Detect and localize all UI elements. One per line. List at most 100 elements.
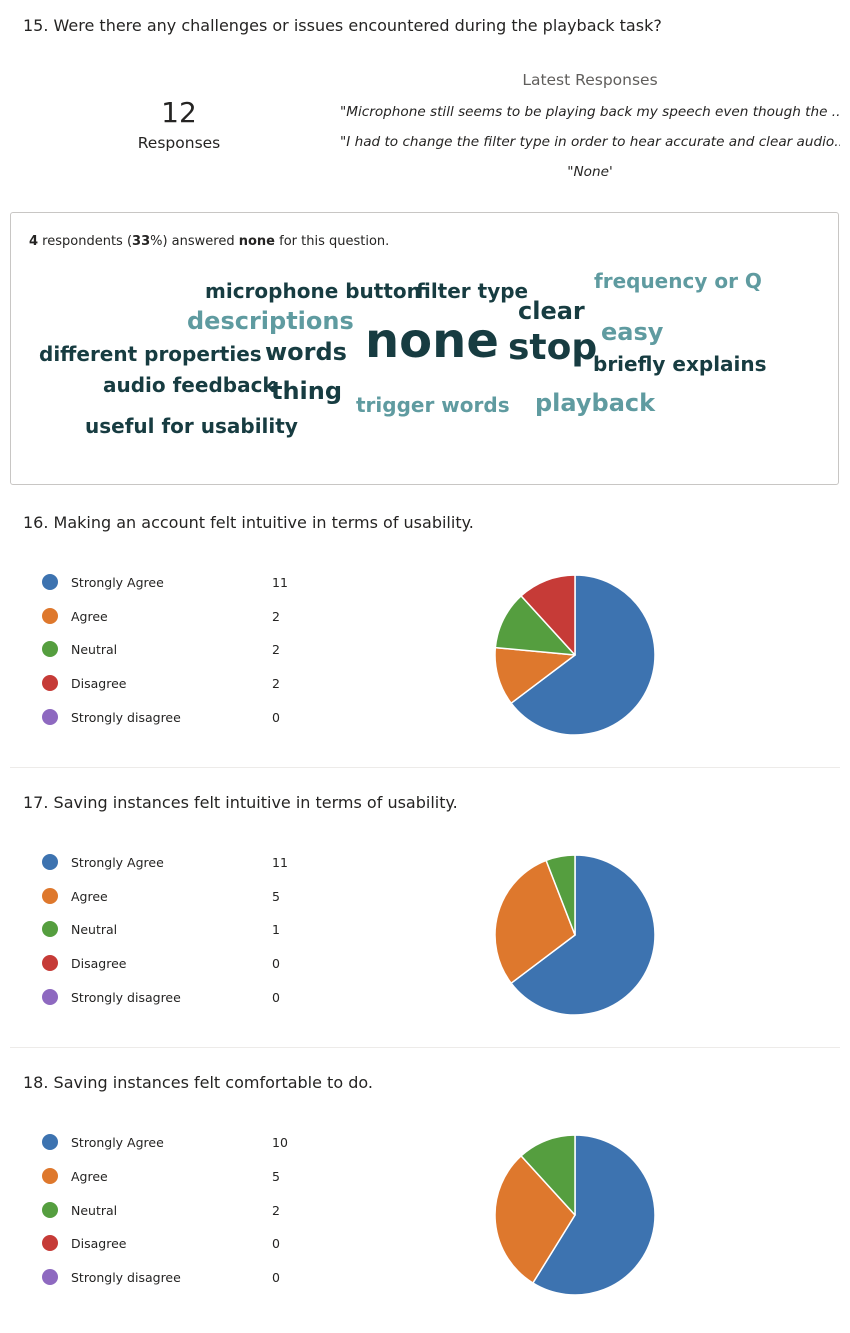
legend-item-strongly-agree[interactable]: Strongly Agree 10 [42, 1133, 302, 1151]
legend-dot [42, 888, 58, 904]
legend-count: 2 [272, 608, 280, 624]
legend-count: 1 [272, 921, 280, 937]
summary-count: 4 [29, 234, 39, 249]
legend-dot [42, 1202, 58, 1218]
word-cloud-word[interactable]: clear [518, 299, 585, 323]
legend-dot [42, 709, 58, 725]
legend-count: 2 [272, 675, 280, 691]
word-cloud-word[interactable]: briefly explains [593, 354, 767, 374]
legend-item-agree[interactable]: Agree 2 [42, 607, 302, 625]
legend-count: 0 [272, 1269, 280, 1285]
word-cloud-card: 4 respondents (33%) answered none for th… [10, 212, 839, 485]
legend-item-strongly-disagree[interactable]: Strongly disagree 0 [42, 1268, 302, 1286]
legend-item-agree[interactable]: Agree 5 [42, 1167, 302, 1185]
summary-text-1: respondents ( [38, 234, 133, 249]
legend-label: Neutral [71, 641, 118, 657]
word-cloud-word[interactable]: stop [508, 330, 597, 366]
legend-item-strongly-agree[interactable]: Strongly Agree 11 [42, 853, 302, 871]
latest-response-1[interactable]: "Microphone still seems to be playing ba… [340, 97, 840, 127]
summary-text-3: for this question. [275, 234, 390, 249]
legend-dot [42, 675, 58, 691]
legend-item-strongly-disagree[interactable]: Strongly disagree 0 [42, 988, 302, 1006]
legend-label: Neutral [71, 921, 118, 937]
question-15-title: 15. Were there any challenges or issues … [23, 16, 662, 35]
legend-label: Disagree [71, 1235, 127, 1251]
summary-keyword: none [238, 234, 275, 249]
legend-dot [42, 574, 58, 590]
legend-item-disagree[interactable]: Disagree 0 [42, 1234, 302, 1252]
word-cloud-word[interactable]: different properties [39, 344, 262, 364]
word-cloud-word[interactable]: microphone button [205, 281, 421, 301]
pie-chart[interactable] [494, 854, 656, 1016]
legend-item-neutral[interactable]: Neutral 2 [42, 640, 302, 658]
legend-label: Strongly disagree [71, 1269, 181, 1285]
legend-dot [42, 1269, 58, 1285]
latest-response-3[interactable]: "None' [340, 157, 840, 187]
legend-count: 0 [272, 989, 280, 1005]
legend-count: 0 [272, 1235, 280, 1251]
legend-item-agree[interactable]: Agree 5 [42, 887, 302, 905]
legend-label: Agree [71, 1168, 108, 1184]
summary-text-2: %) answered [150, 234, 239, 249]
legend-count: 2 [272, 641, 280, 657]
legend-count: 5 [272, 1168, 280, 1184]
legend-label: Strongly Agree [71, 854, 164, 870]
legend-item-neutral[interactable]: Neutral 2 [42, 1201, 302, 1219]
legend-count: 11 [272, 854, 288, 870]
pie-chart[interactable] [494, 574, 656, 736]
response-count-number: 12 [161, 96, 197, 129]
response-count: 12 Responses [128, 96, 230, 152]
legend-dot [42, 955, 58, 971]
latest-responses-title[interactable]: Latest Responses [340, 70, 840, 90]
question-17-title: 17. Saving instances felt intuitive in t… [23, 793, 458, 812]
word-cloud-word[interactable]: descriptions [187, 309, 354, 333]
legend-label: Strongly Agree [71, 1134, 164, 1150]
legend-dot [42, 608, 58, 624]
word-cloud-word[interactable]: playback [535, 391, 655, 415]
legend-count: 0 [272, 955, 280, 971]
word-cloud-word[interactable]: filter type [416, 281, 528, 301]
legend-dot [42, 1235, 58, 1251]
word-cloud-word[interactable]: frequency or Q [594, 271, 762, 291]
word-cloud-word[interactable]: useful for usability [85, 416, 298, 436]
word-cloud-word[interactable]: easy [601, 320, 663, 344]
latest-response-2[interactable]: "I had to change the filter type in orde… [340, 127, 840, 157]
legend-item-strongly-disagree[interactable]: Strongly disagree 0 [42, 708, 302, 726]
legend-item-disagree[interactable]: Disagree 2 [42, 674, 302, 692]
legend-count: 2 [272, 1202, 280, 1218]
legend-label: Agree [71, 888, 108, 904]
legend-dot [42, 641, 58, 657]
legend-label: Agree [71, 608, 108, 624]
legend-item-neutral[interactable]: Neutral 1 [42, 920, 302, 938]
section-divider [10, 1047, 840, 1048]
word-cloud-word[interactable]: none [365, 317, 499, 365]
word-cloud-word[interactable]: words [265, 340, 347, 364]
legend-item-disagree[interactable]: Disagree 0 [42, 954, 302, 972]
legend-label: Strongly disagree [71, 989, 181, 1005]
question-17-results: Strongly Agree 11 Agree 5 Neutral 1 Disagre… [0, 853, 850, 1053]
word-cloud-word[interactable]: trigger words [356, 395, 510, 415]
legend-dot [42, 1168, 58, 1184]
word-cloud-summary: 4 respondents (33%) answered none for th… [29, 234, 389, 249]
question-18-title: 18. Saving instances felt comfortable to… [23, 1073, 373, 1092]
section-divider [10, 767, 840, 768]
legend-label: Disagree [71, 955, 127, 971]
pie-chart[interactable] [494, 1134, 656, 1296]
legend-dot [42, 989, 58, 1005]
question-18-results: Strongly Agree 10 Agree 5 Neutral 2 Disagre… [0, 1133, 850, 1333]
legend-label: Strongly Agree [71, 574, 164, 590]
question-16-title: 16. Making an account felt intuitive in … [23, 513, 474, 532]
legend-item-strongly-agree[interactable]: Strongly Agree 11 [42, 573, 302, 591]
legend-dot [42, 921, 58, 937]
word-cloud-word[interactable]: audio feedback [103, 375, 276, 395]
legend-count: 11 [272, 574, 288, 590]
legend-dot [42, 854, 58, 870]
word-cloud-word[interactable]: thing [271, 379, 342, 403]
legend-count: 5 [272, 888, 280, 904]
legend-count: 10 [272, 1134, 288, 1150]
latest-responses: Latest Responses "Microphone still seems… [340, 70, 840, 187]
summary-percent: 33 [132, 234, 151, 249]
legend-dot [42, 1134, 58, 1150]
legend-label: Disagree [71, 675, 127, 691]
question-16-results: Strongly Agree 11 Agree 2 Neutral 2 Disagre… [0, 573, 850, 773]
